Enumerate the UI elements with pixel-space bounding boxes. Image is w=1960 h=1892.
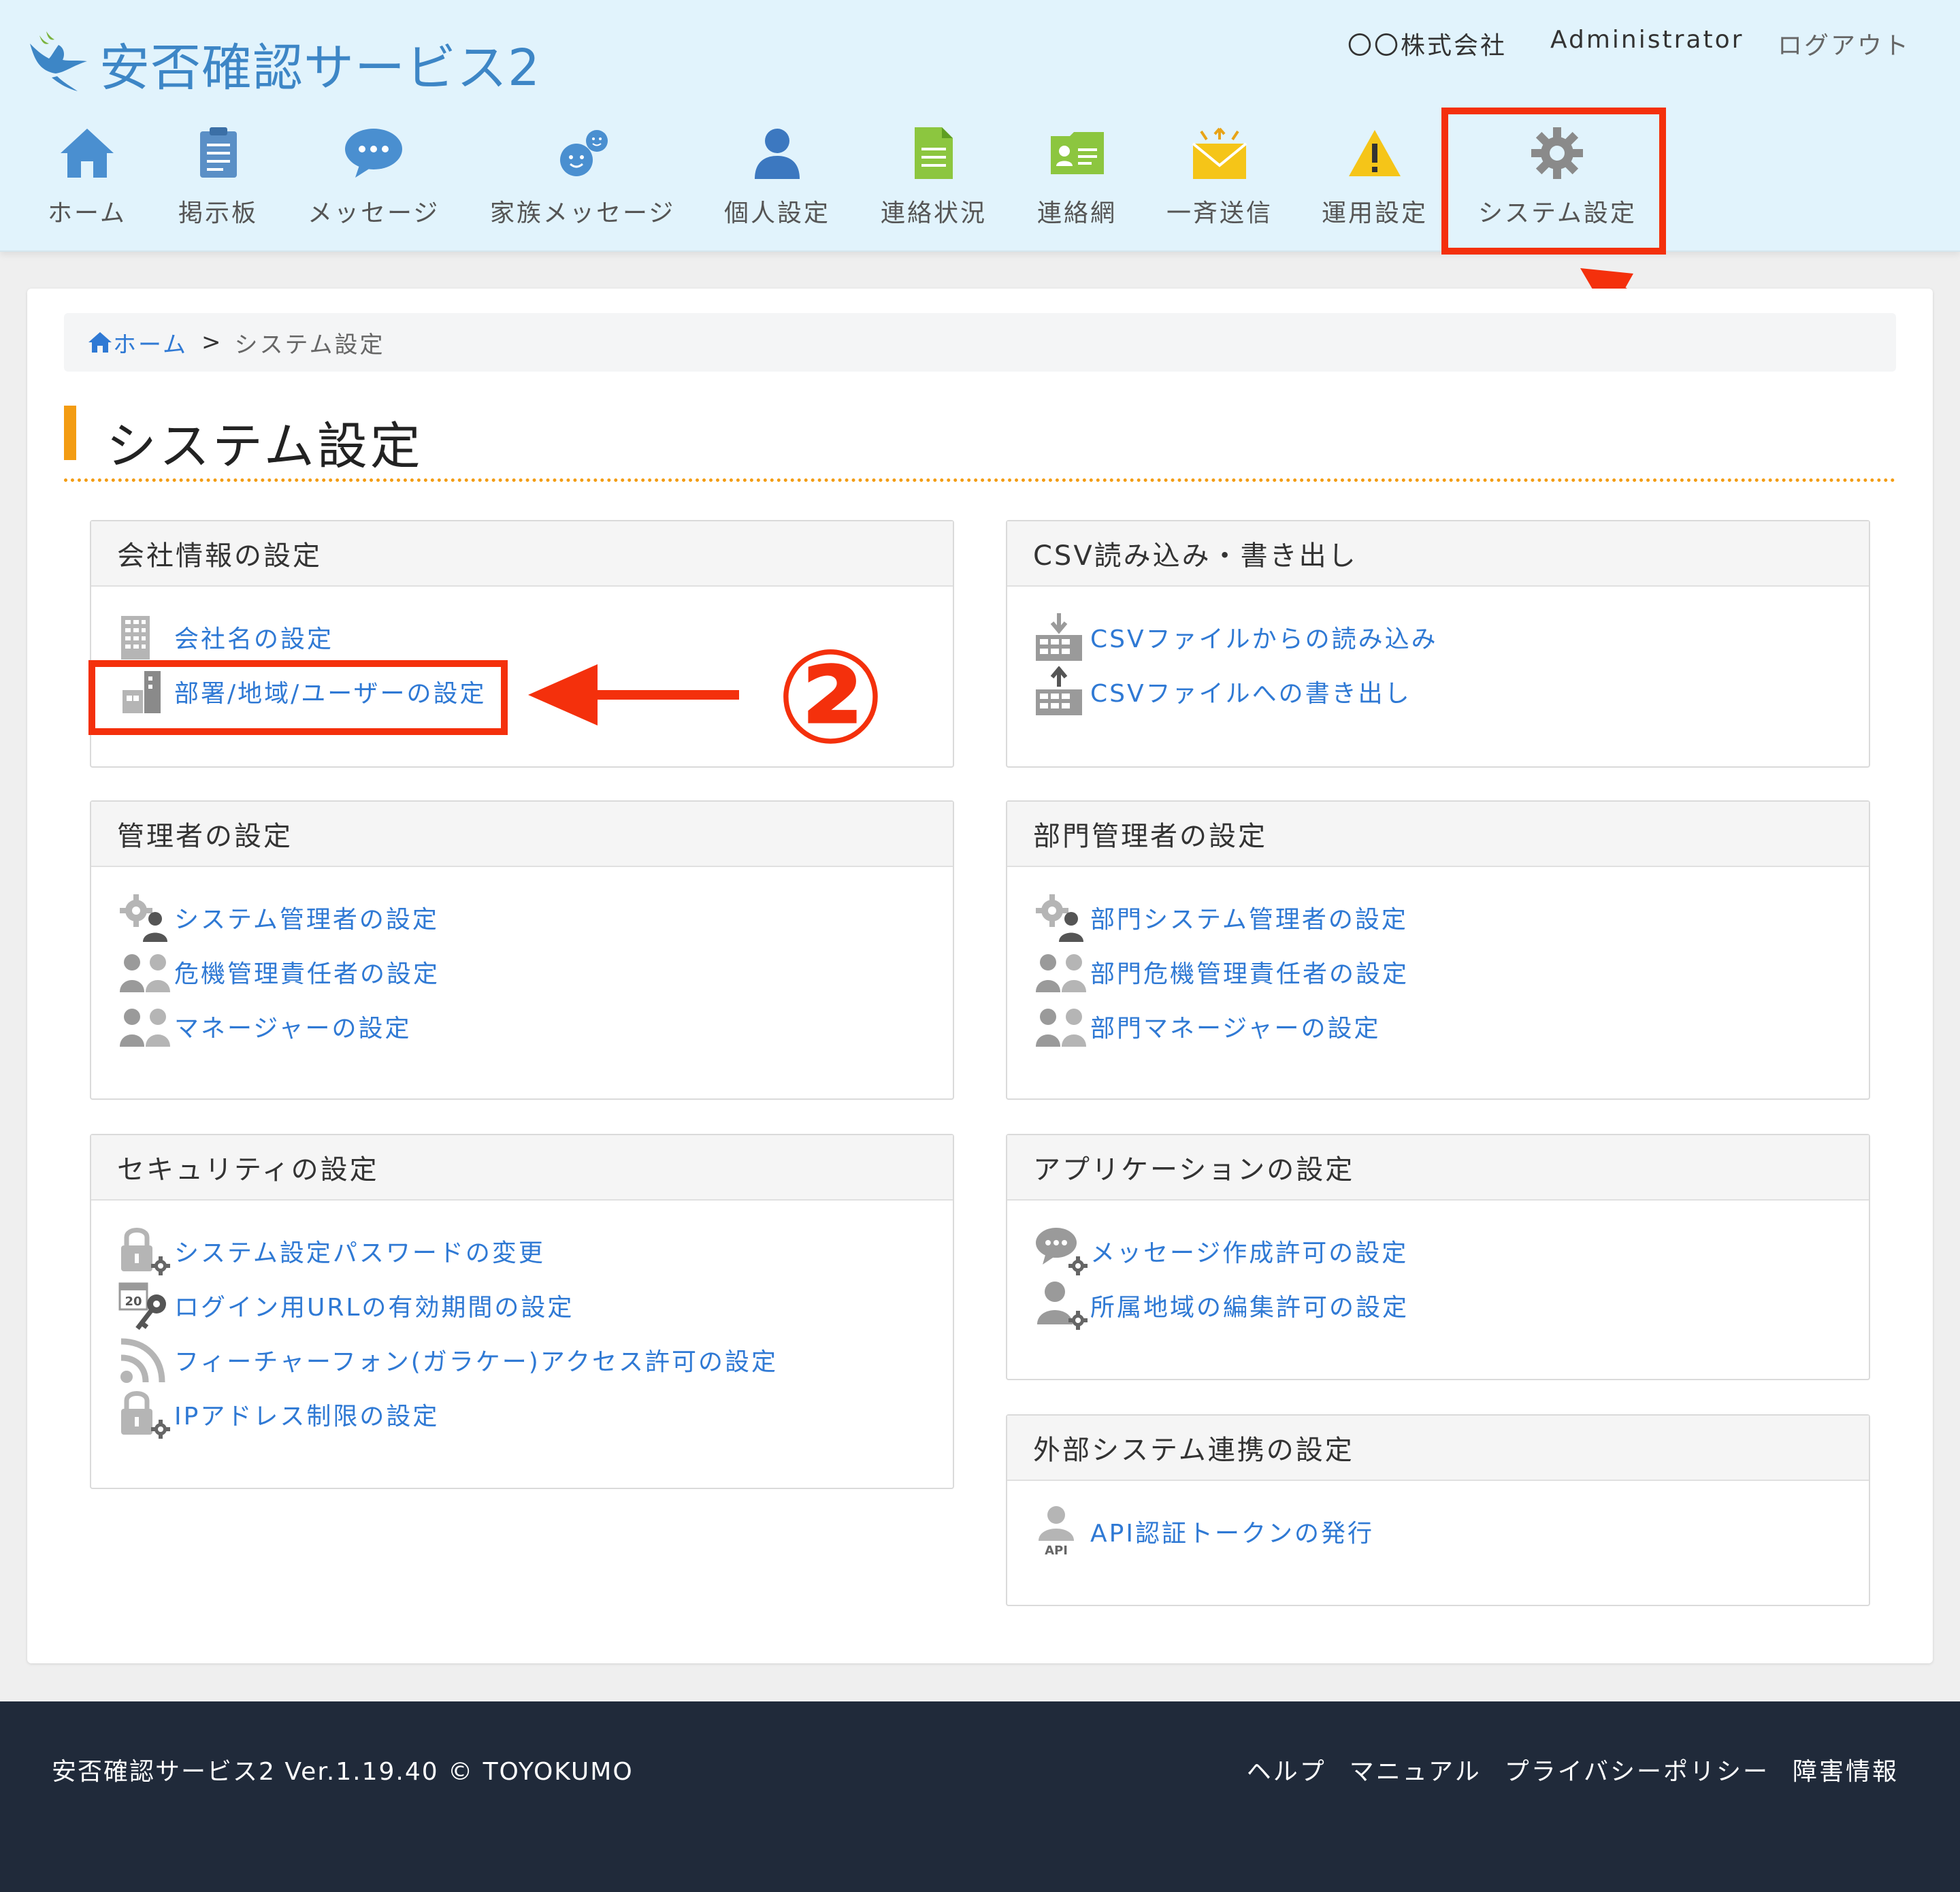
building-icon [118, 613, 174, 661]
panel-title: 外部システム連携の設定 [1007, 1416, 1869, 1481]
footer-link-manual[interactable]: マニュアル [1350, 1752, 1482, 1787]
contact-card-icon [1047, 123, 1108, 184]
breadcrumb-current: システム設定 [234, 331, 385, 359]
two-users-icon [118, 948, 174, 996]
message-bubble-icon [343, 123, 404, 184]
home-small-icon [88, 332, 112, 353]
panel-admin: 管理者の設定 システム管理者の設定 危機管理責任者の設定 マネージャーの設定 [90, 800, 954, 1100]
footer-copyright: 安否確認サービス2 Ver.1.19.40 © TOYOKUMO [52, 1758, 634, 1786]
panel-csv: CSV読み込み・書き出し CSVファイルからの読み込み CSVファイルへの書き出… [1006, 520, 1870, 768]
link-crisis-manager[interactable]: 危機管理責任者の設定 [118, 945, 953, 999]
panel-title: 会社情報の設定 [91, 521, 953, 587]
link-message-permission[interactable]: メッセージ作成許可の設定 [1034, 1224, 1869, 1278]
rss-signal-icon [118, 1336, 174, 1384]
nav-contact-network[interactable]: 連絡網 [1037, 123, 1117, 229]
link-system-password[interactable]: システム設定パスワードの変更 [118, 1224, 953, 1278]
annotation-arrow-2-icon [528, 664, 739, 725]
nav-bulletin[interactable]: 掲示板 [178, 123, 258, 229]
app-header: 安否確認サービス2 〇〇株式会社 Administrator ログアウト ホーム… [0, 0, 1960, 252]
app-title: 安否確認サービス2 [99, 39, 541, 97]
user-name[interactable]: Administrator [1550, 26, 1744, 54]
panel-department-admin: 部門管理者の設定 部門システム管理者の設定 部門危機管理責任者の設定 部門マネー… [1006, 800, 1870, 1100]
broadcast-mail-icon [1189, 123, 1250, 184]
link-dept-manager[interactable]: 部門マネージャーの設定 [1034, 999, 1869, 1054]
logout-link[interactable]: ログアウト [1778, 26, 1910, 61]
home-icon [56, 123, 118, 184]
panel-external-system: 外部システム連携の設定 API API認証トークンの発行 [1006, 1414, 1870, 1606]
title-accent-bar [64, 406, 76, 460]
breadcrumb-separator: > [201, 329, 221, 356]
user-gear-icon [1034, 1282, 1090, 1330]
nav-personal[interactable]: 個人設定 [724, 123, 830, 229]
warning-icon [1344, 123, 1405, 184]
nav-broadcast[interactable]: 一斉送信 [1166, 123, 1273, 229]
annotation-box-department-user [88, 660, 508, 735]
annotation-number-2: ② [776, 622, 885, 772]
panel-title: 部門管理者の設定 [1007, 802, 1869, 867]
link-dept-crisis-manager[interactable]: 部門危機管理責任者の設定 [1034, 945, 1869, 999]
api-user-icon: API [1034, 1506, 1090, 1557]
message-gear-icon [1034, 1227, 1090, 1275]
calendar-day-text: 20 [125, 1294, 142, 1309]
csv-import-icon [1034, 613, 1090, 661]
main-card: ホーム > システム設定 システム設定 会社情報の設定 会社名の設定 部署/地域… [27, 289, 1933, 1663]
link-api-token[interactable]: API API認証トークンの発行 [1034, 1504, 1869, 1559]
panel-title: CSV読み込み・書き出し [1007, 521, 1869, 587]
lock-gear-icon [118, 1227, 174, 1275]
family-message-icon [552, 123, 613, 184]
link-system-admin[interactable]: システム管理者の設定 [118, 890, 953, 945]
footer-link-incidents[interactable]: 障害情報 [1793, 1752, 1899, 1787]
gear-user-icon [1034, 894, 1090, 942]
gear-user-icon [118, 894, 174, 942]
lock-gear-icon [118, 1390, 174, 1439]
company-name: 〇〇株式会社 [1348, 32, 1507, 60]
link-ip-restriction[interactable]: IPアドレス制限の設定 [118, 1387, 953, 1441]
footer-link-privacy[interactable]: プライバシーポリシー [1505, 1752, 1769, 1787]
link-feature-phone-access[interactable]: フィーチャーフォン(ガラケー)アクセス許可の設定 [118, 1333, 953, 1387]
footer-link-help[interactable]: ヘルプ [1247, 1752, 1326, 1787]
link-csv-import[interactable]: CSVファイルからの読み込み [1034, 610, 1869, 664]
link-region-edit-permission[interactable]: 所属地域の編集許可の設定 [1034, 1278, 1869, 1333]
link-login-url-expiry[interactable]: 20 ログイン用URLの有効期間の設定 [118, 1278, 953, 1333]
main-nav: ホーム 掲示板 メッセージ 家族メッセージ 個人設定 連絡状況 連絡網 一斉送信… [0, 123, 1960, 231]
annotation-box-system-settings [1441, 108, 1666, 255]
calendar-key-icon: 20 [118, 1282, 174, 1331]
footer: 安否確認サービス2 Ver.1.19.40 © TOYOKUMO ヘルプ マニュ… [0, 1701, 1960, 1892]
nav-family-message[interactable]: 家族メッセージ [490, 123, 675, 229]
panel-title: セキュリティの設定 [91, 1135, 953, 1201]
panel-title: 管理者の設定 [91, 802, 953, 867]
breadcrumb-home-link[interactable]: ホーム [87, 326, 188, 359]
nav-status[interactable]: 連絡状況 [881, 123, 987, 229]
dove-logo-icon [30, 31, 87, 91]
two-users-icon [1034, 1002, 1090, 1050]
panel-application: アプリケーションの設定 メッセージ作成許可の設定 所属地域の編集許可の設定 [1006, 1134, 1870, 1380]
page-title-block: システム設定 [64, 406, 1896, 482]
link-manager[interactable]: マネージャーの設定 [118, 999, 953, 1054]
document-icon [903, 123, 964, 184]
bulletin-board-icon [188, 123, 249, 184]
panel-security: セキュリティの設定 システム設定パスワードの変更 20 ログイン用URLの有効期… [90, 1134, 954, 1489]
page-title: システム設定 [106, 417, 423, 476]
breadcrumb: ホーム > システム設定 [64, 313, 1896, 372]
panel-title: アプリケーションの設定 [1007, 1135, 1869, 1201]
api-badge-text: API [1045, 1544, 1068, 1557]
two-users-icon [1034, 948, 1090, 996]
nav-message[interactable]: メッセージ [308, 123, 440, 229]
app-logo[interactable]: 安否確認サービス2 [24, 27, 540, 100]
person-icon [747, 123, 808, 184]
link-csv-export[interactable]: CSVファイルへの書き出し [1034, 664, 1869, 719]
link-dept-system-admin[interactable]: 部門システム管理者の設定 [1034, 890, 1869, 945]
nav-operation-settings[interactable]: 運用設定 [1322, 123, 1428, 229]
two-users-icon [118, 1002, 174, 1050]
nav-home[interactable]: ホーム [48, 123, 127, 229]
csv-export-icon [1034, 666, 1090, 715]
footer-links: ヘルプ マニュアル プライバシーポリシー 障害情報 [1247, 1752, 1899, 1787]
